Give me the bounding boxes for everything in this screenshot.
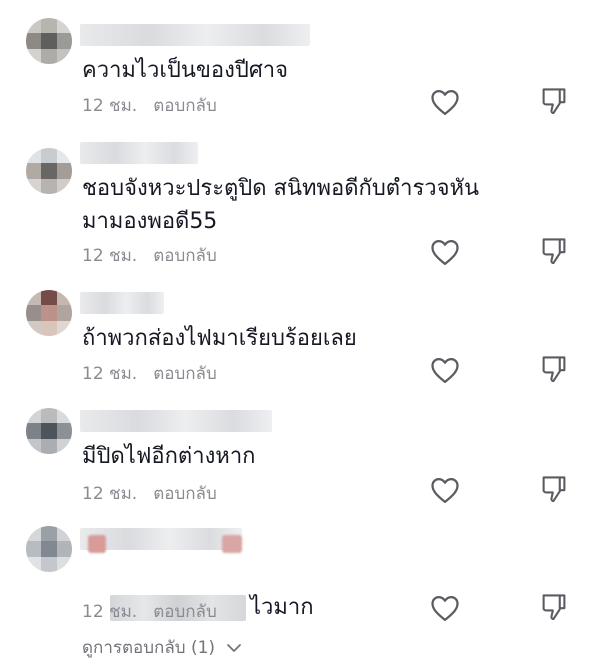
avatar[interactable] (26, 408, 72, 454)
reply-button[interactable]: ตอบกลับ (153, 246, 217, 266)
reply-button[interactable]: ตอบกลับ (153, 484, 217, 504)
comment-time: 12 ชม. (82, 96, 138, 116)
heart-outline-icon[interactable] (430, 238, 460, 266)
view-replies-button[interactable]: ดูการตอบกลับ (1) (82, 634, 242, 661)
heart-outline-icon[interactable] (430, 476, 460, 504)
thumbs-down-outline-icon[interactable] (540, 236, 568, 266)
avatar[interactable] (26, 18, 72, 64)
thumbs-down-outline-icon[interactable] (540, 354, 568, 384)
thumbs-down-outline-icon[interactable] (540, 86, 568, 116)
heart-outline-icon[interactable] (430, 356, 460, 384)
comment-meta: 12 ชม. ตอบกลับ (82, 360, 217, 387)
comment-meta: 12 ชม. ตอบกลับ (82, 598, 217, 625)
comment-time: 12 ชม. (82, 484, 138, 504)
comment-meta: 12 ชม. ตอบกลับ (82, 92, 217, 119)
avatar[interactable] (26, 526, 72, 572)
chevron-down-icon (227, 644, 242, 652)
comment-time: 12 ชม. (82, 602, 138, 622)
comment-time: 12 ชม. (82, 364, 138, 384)
username-blurred[interactable] (80, 142, 198, 164)
avatar[interactable] (26, 148, 72, 194)
comment-time: 12 ชม. (82, 246, 138, 266)
username-blurred[interactable] (80, 24, 310, 46)
comment-text: ถ้าพวกส่องไฟมาเรียบร้อยเลย (82, 326, 357, 351)
reply-button[interactable]: ตอบกลับ (153, 602, 217, 622)
comment-text: ชอบจังหวะประตูปิด สนิทพอดีกับตำรวจหัน มา… (82, 176, 487, 234)
comment-text: มีปิดไฟอีกต่างหาก (82, 444, 256, 469)
reply-button[interactable]: ตอบกลับ (153, 364, 217, 384)
view-replies-label: ดูการตอบกลับ (1) (82, 638, 216, 658)
comment-meta: 12 ชม. ตอบกลับ (82, 242, 217, 269)
comment-text-content: ไวมาก (249, 595, 314, 620)
username-blurred[interactable] (80, 292, 164, 314)
heart-outline-icon[interactable] (430, 594, 460, 622)
thumbs-down-outline-icon[interactable] (540, 592, 568, 622)
heart-outline-icon[interactable] (430, 88, 460, 116)
comment-meta: 12 ชม. ตอบกลับ (82, 480, 217, 507)
avatar-accent-blur (222, 535, 242, 553)
avatar[interactable] (26, 290, 72, 336)
thumbs-down-outline-icon[interactable] (540, 474, 568, 504)
username-blurred[interactable] (80, 410, 272, 432)
comment-text: ความไวเป็นของปีศาจ (82, 58, 289, 83)
avatar-accent-blur (88, 535, 106, 553)
reply-button[interactable]: ตอบกลับ (153, 96, 217, 116)
